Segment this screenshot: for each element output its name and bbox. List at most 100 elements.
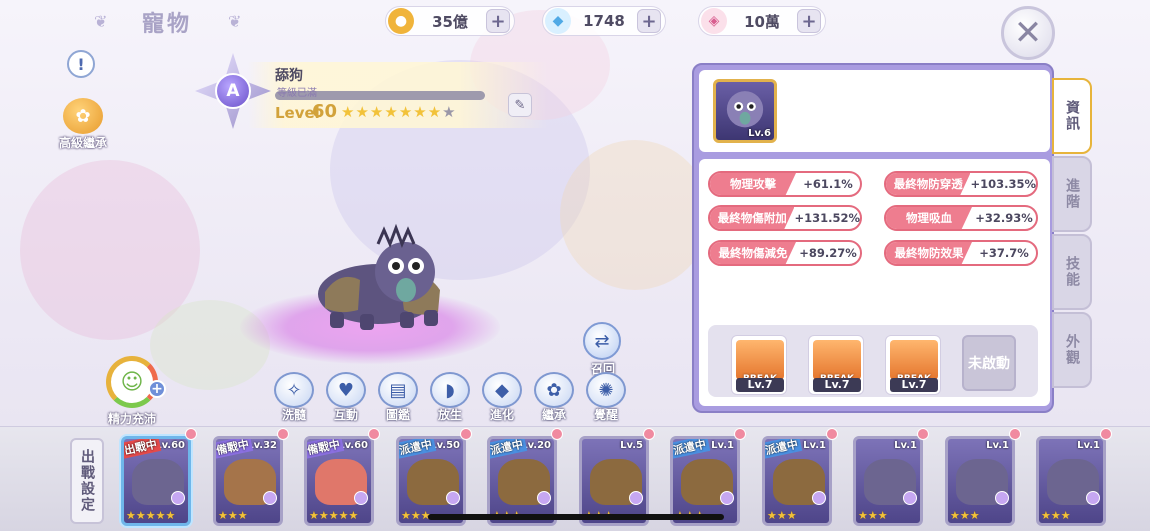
pet-thumbnail[interactable]: Lv.6 (713, 79, 777, 143)
rank-letter: A (215, 73, 251, 109)
advanced-inherit-label: 高級繼承 (58, 136, 107, 150)
break-skill-1[interactable]: BREAK Lv.7 (731, 335, 787, 395)
affinity-heart-icon (917, 428, 929, 440)
stat-value: +89.27% (799, 246, 857, 260)
break-skill-2[interactable]: BREAK Lv.7 (808, 335, 864, 395)
star-filled-icon: ★ (969, 509, 980, 522)
pet-card-status-tag: 派遣中 (673, 439, 711, 459)
action-interact[interactable]: ♥ 互動 (324, 372, 368, 423)
action-release[interactable]: ◗ 放生 (428, 372, 472, 423)
affinity-heart-icon (185, 428, 197, 440)
action-label: 放生 (437, 408, 462, 422)
star-filled-icon: ★ (126, 509, 136, 522)
currency-gold-value: 35億 (432, 12, 468, 31)
advanced-inherit-button[interactable]: ✿ 高級繼承 (52, 98, 114, 151)
star-filled-icon: ★ (776, 509, 787, 522)
pet-card[interactable]: Lv.1 ★ ★ ★ (1036, 436, 1106, 526)
element-icon (629, 491, 643, 505)
pet-card-level: Lv.1 (894, 440, 917, 451)
currency-crystal-value: 10萬 (744, 12, 780, 31)
star-filled-icon: ★ (237, 509, 248, 522)
break-skill-3[interactable]: BREAK Lv.7 (885, 335, 941, 395)
element-icon (995, 491, 1009, 505)
pet-card[interactable]: Lv.32 備戰中 ★ ★ ★ (213, 436, 283, 526)
diamond-icon: ◆ (545, 8, 571, 34)
star-filled-icon: ★ (155, 509, 166, 522)
tab-info[interactable]: 資訊 (1052, 78, 1092, 154)
tab-skills[interactable]: 技能 (1052, 234, 1092, 310)
pet-card[interactable]: Lv.1派遣中★★★ (762, 436, 832, 526)
currency-crystal: ◈ 10萬 + (698, 6, 826, 36)
add-diamond-button[interactable]: + (637, 9, 661, 33)
action-codex[interactable]: ▤ 圖鑑 (376, 372, 420, 423)
pet-card[interactable]: Lv.60 備戰中 ★ ★ ★ ★ ★ (304, 436, 374, 526)
tab-appearance[interactable]: 外觀 (1052, 312, 1092, 388)
star-empty-icon: ★ (442, 103, 456, 121)
action-label: 互動 (333, 408, 358, 422)
stat-name: 最終物傷減免 (710, 242, 796, 264)
home-indicator[interactable] (428, 514, 724, 520)
evolve-crystal-icon: ◆ (482, 372, 522, 408)
action-evolve[interactable]: ◆ 進化 (480, 372, 524, 423)
pet-sprite[interactable] (300, 220, 460, 340)
pet-name: 舔狗 (275, 68, 303, 84)
tab-label: 技能 (1064, 256, 1080, 288)
pet-star-rating: ★ ★ ★ ★ ★ ★ ★ ★ (341, 104, 456, 120)
pet-card[interactable]: Lv.1 ★ ★ ★ (945, 436, 1015, 526)
stat-value: +37.7% (979, 246, 1029, 260)
pet-card[interactable]: Lv.60 出戰中 ★ ★ ★ ★ ★ (121, 436, 191, 526)
pet-card-status-tag: 備戰中 (216, 439, 254, 459)
pet-card-stars: ★ ★ ★ ★ ★ (309, 509, 358, 522)
star-filled-icon: ★ (135, 509, 146, 522)
star-filled-icon: ★ (348, 509, 359, 522)
rename-button[interactable]: ✎ (508, 93, 532, 117)
gold-coin-icon: ● (388, 8, 414, 34)
break-level: Lv.7 (736, 378, 784, 392)
add-gold-button[interactable]: + (486, 9, 510, 33)
info-button[interactable]: ! (67, 50, 95, 78)
close-button[interactable]: ✕ (1001, 6, 1055, 60)
pet-card[interactable]: Lv.20派遣中★★★ (487, 436, 557, 526)
pet-card[interactable]: Lv.5★★★ (579, 436, 649, 526)
element-icon (1086, 491, 1100, 505)
star-filled-icon: ★ (1060, 509, 1071, 522)
locked-label: 未啟動 (968, 356, 1010, 372)
stat-name: 物理攻擊 (710, 173, 796, 195)
info-icon: ! (77, 54, 85, 74)
pet-card-level: Lv.1 (986, 440, 1009, 451)
pet-card[interactable]: Lv.1派遣中★★★ (670, 436, 740, 526)
action-awaken[interactable]: ✺ 覺醒 (584, 372, 628, 423)
rank-badge: A (195, 53, 271, 129)
deploy-settings-button[interactable]: 出戰設定 (70, 438, 104, 524)
stat-final-damage-reduction: 最終物傷減免 +89.27% (708, 240, 862, 266)
crystal-shard-icon: ◈ (701, 8, 727, 34)
stat-lifesteal: 物理吸血 +32.93% (884, 205, 1038, 231)
pet-card[interactable]: Lv.50 派遣中 ★ ★ ★ (396, 436, 466, 526)
pet-thumbnail-level: Lv.6 (748, 128, 771, 139)
star-filled-icon: ★ (401, 509, 411, 522)
element-icon (720, 491, 734, 505)
action-wash[interactable]: ✧ 洗髓 (272, 372, 316, 423)
action-label: 繼承 (541, 408, 566, 422)
pet-card-stars: ★★★ (950, 509, 980, 522)
stamina-label: 精力充沛 (107, 412, 156, 426)
element-icon (903, 491, 917, 505)
action-inherit[interactable]: ✿ 繼承 (532, 372, 576, 423)
locked-skill-slot[interactable]: 未啟動 (962, 335, 1016, 391)
action-label: 洗髓 (281, 408, 306, 422)
pet-card-level: Lv.1 (1077, 440, 1100, 451)
stamina-gauge[interactable]: ☺ + 精力充沛 (94, 356, 170, 427)
recall-button[interactable]: ⇄ 召回 (583, 322, 623, 377)
pet-card-stars: ★★★ (858, 509, 888, 522)
stat-name: 物理吸血 (886, 207, 972, 229)
add-crystal-button[interactable]: + (797, 9, 821, 33)
wing-right-icon: ❦ (228, 12, 242, 31)
add-stamina-icon[interactable]: + (148, 380, 166, 398)
affinity-heart-icon (368, 428, 380, 440)
pet-card-status-tag: 備戰中 (307, 439, 345, 459)
element-icon (263, 491, 277, 505)
pet-card[interactable]: Lv.1 ★ ★ ★ (853, 436, 923, 526)
element-icon (537, 491, 551, 505)
tab-advance[interactable]: 進階 (1052, 156, 1092, 232)
stat-value: +61.1% (803, 177, 853, 191)
